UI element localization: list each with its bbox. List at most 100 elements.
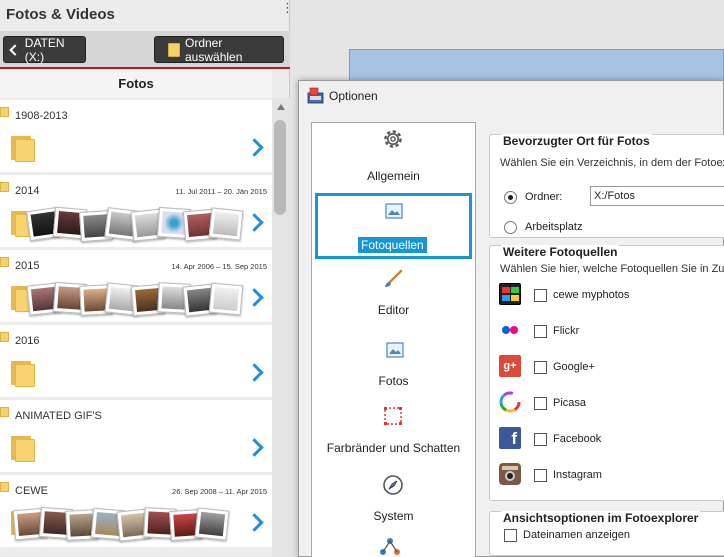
cewe-icon bbox=[499, 283, 521, 305]
folder-name: 2015 bbox=[15, 260, 40, 272]
folder-icon bbox=[11, 359, 35, 387]
photo-thumbnail bbox=[208, 282, 244, 316]
facebook-icon: f bbox=[499, 427, 521, 449]
folder-icon bbox=[168, 42, 180, 57]
facebook-checkbox[interactable] bbox=[534, 433, 547, 446]
group-title: Weitere Fotoquellen bbox=[501, 245, 620, 259]
options-dialog: Optionen Allgemein Fotoquellen Editor Fo… bbox=[298, 80, 724, 557]
workspace-radio-label: Arbeitsplatz bbox=[525, 221, 583, 233]
folder-radio[interactable] bbox=[504, 191, 517, 204]
view-options-group: Ansichtsoptionen im Fotoexplorer Dateina… bbox=[489, 511, 724, 556]
facebook-label: Facebook bbox=[553, 433, 602, 445]
google-plus-label: Google+ bbox=[553, 361, 595, 373]
folder-row[interactable]: 1908-2013 bbox=[0, 100, 272, 172]
category-fotoquellen[interactable]: Fotoquellen bbox=[315, 193, 472, 259]
network-icon bbox=[380, 538, 400, 555]
folder-date-range: 11. Jul 2011 – 20. Jän 2015 bbox=[175, 187, 267, 196]
show-filenames-checkbox[interactable] bbox=[504, 529, 517, 542]
folder-row[interactable]: 2015 14. Apr 2006 – 15. Sep 2015 bbox=[0, 250, 272, 322]
back-button-label: DATEN (X:) bbox=[24, 35, 65, 64]
scrollbar-thumb[interactable] bbox=[274, 120, 286, 215]
instagram-label: Instagram bbox=[553, 469, 602, 481]
flickr-checkbox[interactable] bbox=[534, 325, 547, 338]
folder-name: ANIMATED GIF'S bbox=[15, 410, 102, 422]
instagram-checkbox[interactable] bbox=[534, 469, 547, 482]
folder-icon bbox=[11, 134, 35, 162]
folder-date-range: 14. Apr 2006 – 15. Sep 2015 bbox=[171, 262, 268, 271]
folder-tag-icon bbox=[0, 257, 9, 267]
chevron-right-icon[interactable] bbox=[245, 513, 264, 532]
chevron-right-icon[interactable] bbox=[245, 438, 264, 457]
picasa-checkbox[interactable] bbox=[534, 397, 547, 410]
preferred-location-group: Bevorzugter Ort für Fotos Wählen Sie ein… bbox=[489, 134, 724, 238]
choose-folder-button[interactable]: Ordner auswählen bbox=[154, 36, 284, 64]
flickr-icon bbox=[499, 319, 521, 341]
category-label: Allgemein bbox=[367, 169, 420, 183]
brush-icon bbox=[385, 269, 403, 287]
dialog-title: Optionen bbox=[329, 89, 378, 103]
folder-row[interactable]: 2014 11. Jul 2011 – 20. Jän 2015 bbox=[0, 175, 272, 247]
chevron-right-icon[interactable] bbox=[245, 213, 264, 232]
scroll-up-icon[interactable] bbox=[277, 104, 285, 110]
app-title: Fotos & Videos bbox=[6, 6, 115, 23]
group-title: Ansichtsoptionen im Fotoexplorer bbox=[501, 511, 701, 525]
photo-thumbnail-strip bbox=[12, 505, 242, 543]
category-label: Fotos bbox=[378, 374, 409, 388]
frame-icon bbox=[384, 407, 402, 425]
cewe-label: cewe myphotos bbox=[553, 289, 630, 301]
folder-name: 1908-2013 bbox=[15, 110, 68, 122]
category-label: Fotoquellen bbox=[358, 237, 427, 253]
folder-list-scrollbar[interactable] bbox=[272, 98, 290, 557]
photo-sources-group: Weitere Fotoquellen Wählen Sie hier, wel… bbox=[489, 245, 724, 501]
more-options-icon[interactable]: ⋮ bbox=[281, 1, 294, 26]
google-plus-icon: g+ bbox=[499, 355, 521, 377]
settings-area: Bevorzugter Ort für Fotos Wählen Sie ein… bbox=[481, 127, 724, 557]
folder-list: 1908-2013 2014 11. Jul 2011 – 20. Jän 20… bbox=[0, 98, 272, 557]
flickr-label: Flickr bbox=[553, 325, 580, 337]
chevron-right-icon[interactable] bbox=[245, 363, 264, 382]
folder-name: 2016 bbox=[15, 335, 40, 347]
show-filenames-label: Dateinamen anzeigen bbox=[523, 529, 631, 541]
compass-icon bbox=[383, 475, 403, 495]
folder-name: 2014 bbox=[15, 185, 40, 197]
picasa-label: Picasa bbox=[553, 397, 587, 409]
category-list: Allgemein Fotoquellen Editor Fotos Farbr… bbox=[311, 122, 476, 557]
folder-tag-icon bbox=[0, 107, 9, 117]
google-plus-checkbox[interactable] bbox=[534, 361, 547, 374]
folder-date-range: 26. Sep 2008 – 11. Apr 2015 bbox=[172, 487, 267, 496]
folder-tag-icon bbox=[0, 407, 9, 417]
folder-row[interactable]: CEWE 26. Sep 2008 – 11. Apr 2015 bbox=[0, 475, 272, 547]
folder-radio-label: Ordner: bbox=[525, 191, 563, 203]
chevron-left-icon bbox=[9, 43, 21, 56]
workspace-radio[interactable] bbox=[504, 221, 517, 234]
folder-tag-icon bbox=[0, 482, 9, 492]
photo-thumbnail bbox=[208, 207, 244, 241]
app-icon bbox=[307, 87, 324, 104]
group-description: Wählen Sie hier, welche Fotoquellen Sie … bbox=[500, 263, 724, 275]
folder-row[interactable]: 2016 bbox=[0, 325, 272, 397]
folder-tag-icon bbox=[0, 182, 9, 192]
back-button[interactable]: DATEN (X:) bbox=[3, 35, 86, 64]
group-description: Wählen Sie ein Verzeichnis, in dem der F… bbox=[500, 157, 724, 169]
folder-tag-icon bbox=[0, 332, 9, 342]
folder-row[interactable]: ANIMATED GIF'S bbox=[0, 400, 272, 472]
category-label: Editor bbox=[377, 303, 410, 317]
picasa-icon bbox=[499, 391, 521, 413]
image-icon bbox=[385, 203, 403, 219]
instagram-icon bbox=[499, 463, 521, 485]
group-title: Bevorzugter Ort für Fotos bbox=[501, 134, 652, 148]
folder-icon bbox=[11, 434, 35, 462]
photo-browser-panel: Fotos & Videos ⋮ DATEN (X:) Ordner auswä… bbox=[0, 0, 294, 557]
image-icon bbox=[386, 342, 404, 358]
photo-thumbnail bbox=[194, 507, 230, 541]
chevron-right-icon[interactable] bbox=[245, 138, 264, 157]
folder-name: CEWE bbox=[15, 485, 48, 497]
category-label: Farbränder und Schatten bbox=[326, 441, 461, 455]
chevron-right-icon[interactable] bbox=[245, 288, 264, 307]
gear-icon bbox=[384, 130, 402, 148]
photo-thumbnail-strip bbox=[14, 205, 244, 243]
cewe-checkbox[interactable] bbox=[534, 289, 547, 302]
navigation-bar: DATEN (X:) Ordner auswählen bbox=[0, 31, 290, 67]
category-label: System bbox=[373, 509, 414, 523]
folder-path-input[interactable] bbox=[590, 186, 724, 206]
